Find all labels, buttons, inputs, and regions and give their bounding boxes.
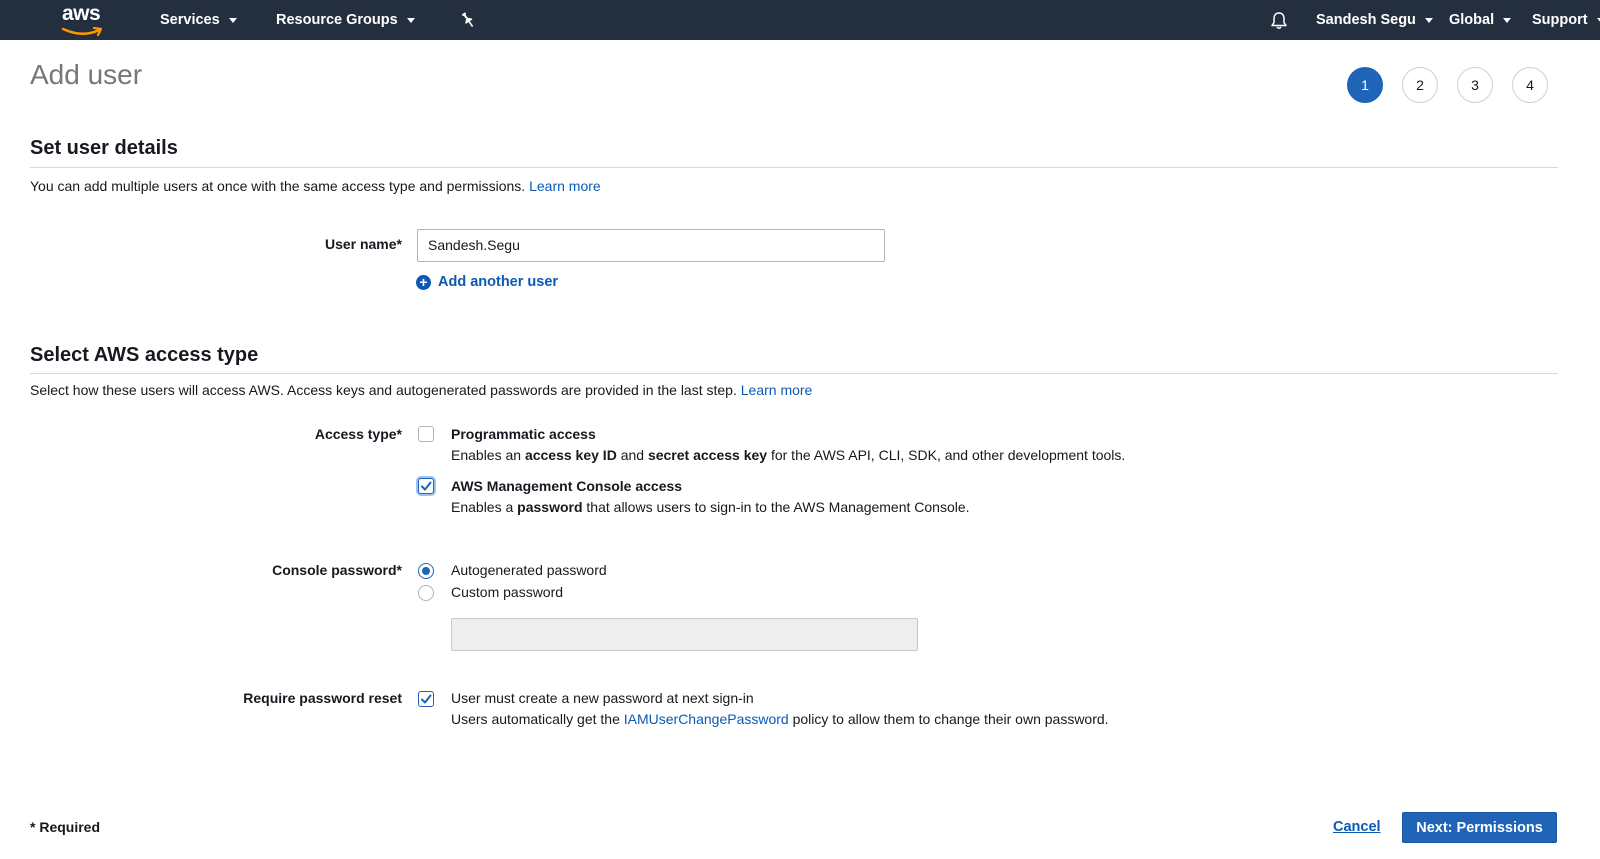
plus-circle-icon: + bbox=[416, 274, 431, 290]
resource-groups-menu[interactable]: Resource Groups bbox=[276, 0, 415, 40]
access-type-description: Select how these users will access AWS. … bbox=[30, 382, 812, 398]
aws-logo[interactable]: aws bbox=[60, 2, 106, 37]
chevron-down-icon bbox=[228, 17, 237, 23]
programmatic-access-description: Enables an access key ID and secret acce… bbox=[451, 447, 1125, 463]
account-label: Sandesh Segu bbox=[1316, 12, 1416, 28]
support-menu[interactable]: Support bbox=[1532, 0, 1600, 40]
chevron-down-icon bbox=[1424, 17, 1433, 23]
chevron-down-icon bbox=[406, 17, 415, 23]
desc-text: Enables an bbox=[451, 447, 525, 463]
support-label: Support bbox=[1532, 12, 1588, 28]
desc-text: for the AWS API, CLI, SDK, and other dev… bbox=[767, 447, 1126, 463]
desc-text: Users automatically get the bbox=[451, 711, 624, 727]
region-label: Global bbox=[1449, 12, 1495, 28]
divider bbox=[30, 373, 1558, 374]
console-password-label: Console password* bbox=[272, 562, 402, 578]
programmatic-access-checkbox[interactable] bbox=[418, 426, 434, 442]
page-title: Add user bbox=[30, 59, 143, 90]
desc-bold: password bbox=[517, 499, 583, 515]
custom-password-radio[interactable] bbox=[418, 585, 434, 601]
custom-password-label: Custom password bbox=[451, 584, 564, 600]
desc-text: policy to allow them to change their own… bbox=[788, 711, 1109, 727]
desc-text: that allows users to sign-in to the AWS … bbox=[582, 499, 970, 515]
bell-icon bbox=[1271, 11, 1287, 29]
desc-bold: secret access key bbox=[647, 447, 768, 463]
checkmark-icon bbox=[421, 481, 432, 491]
chevron-down-icon bbox=[1596, 17, 1600, 23]
pin-button[interactable] bbox=[460, 0, 476, 40]
iam-policy-link[interactable]: IAMUserChangePassword bbox=[624, 711, 789, 727]
console-access-description: Enables a password that allows users to … bbox=[451, 499, 970, 515]
wizard-step-2[interactable]: 2 bbox=[1402, 67, 1438, 103]
autogenerated-password-label: Autogenerated password bbox=[451, 562, 607, 578]
account-menu[interactable]: Sandesh Segu bbox=[1316, 0, 1433, 40]
access-type-label: Access type* bbox=[314, 426, 402, 442]
cancel-button[interactable]: Cancel bbox=[1333, 819, 1381, 835]
password-reset-description: Users automatically get the IAMUserChang… bbox=[451, 711, 1109, 727]
notifications-button[interactable] bbox=[1270, 0, 1288, 40]
pin-icon bbox=[461, 12, 474, 28]
services-label: Services bbox=[160, 12, 220, 28]
access-type-heading: Select AWS access type bbox=[30, 344, 259, 366]
user-name-input[interactable]: Sandesh.Segu bbox=[417, 229, 885, 262]
wizard-step-3[interactable]: 3 bbox=[1457, 67, 1493, 103]
required-note: * Required bbox=[30, 819, 101, 835]
services-menu[interactable]: Services bbox=[160, 0, 237, 40]
autogenerated-password-radio[interactable] bbox=[418, 563, 434, 579]
chevron-down-icon bbox=[1503, 17, 1512, 23]
programmatic-access-title: Programmatic access bbox=[451, 426, 596, 442]
top-nav: aws Services Resource Groups Sandesh Seg… bbox=[0, 0, 1600, 40]
add-another-user-link[interactable]: + Add another user bbox=[416, 274, 558, 290]
user-name-label: User name* bbox=[324, 236, 402, 252]
aws-smile-icon bbox=[61, 26, 103, 37]
access-type-text: Select how these users will access AWS. … bbox=[30, 382, 737, 398]
divider bbox=[30, 167, 1558, 168]
password-reset-checkbox[interactable] bbox=[418, 691, 434, 707]
next-permissions-button[interactable]: Next: Permissions bbox=[1402, 812, 1557, 843]
wizard-step-4[interactable]: 4 bbox=[1512, 67, 1548, 103]
checkmark-icon bbox=[421, 694, 432, 704]
user-details-text: You can add multiple users at once with … bbox=[30, 178, 526, 194]
console-access-title: AWS Management Console access bbox=[451, 478, 683, 494]
user-details-description: You can add multiple users at once with … bbox=[30, 178, 601, 194]
password-reset-label: Require password reset bbox=[243, 690, 402, 706]
user-details-heading: Set user details bbox=[30, 137, 178, 159]
custom-password-input[interactable] bbox=[451, 618, 918, 651]
password-reset-title: User must create a new password at next … bbox=[451, 690, 754, 706]
wizard-step-1[interactable]: 1 bbox=[1347, 67, 1383, 103]
aws-logo-text: aws bbox=[62, 2, 101, 25]
learn-more-link[interactable]: Learn more bbox=[741, 382, 813, 398]
learn-more-link[interactable]: Learn more bbox=[529, 178, 601, 194]
console-access-checkbox[interactable] bbox=[418, 478, 434, 494]
desc-text: and bbox=[616, 447, 648, 463]
add-another-user-label: Add another user bbox=[438, 274, 559, 290]
desc-text: Enables a bbox=[451, 499, 518, 515]
region-menu[interactable]: Global bbox=[1449, 0, 1512, 40]
resource-groups-label: Resource Groups bbox=[276, 12, 398, 28]
desc-bold: access key ID bbox=[524, 447, 617, 463]
